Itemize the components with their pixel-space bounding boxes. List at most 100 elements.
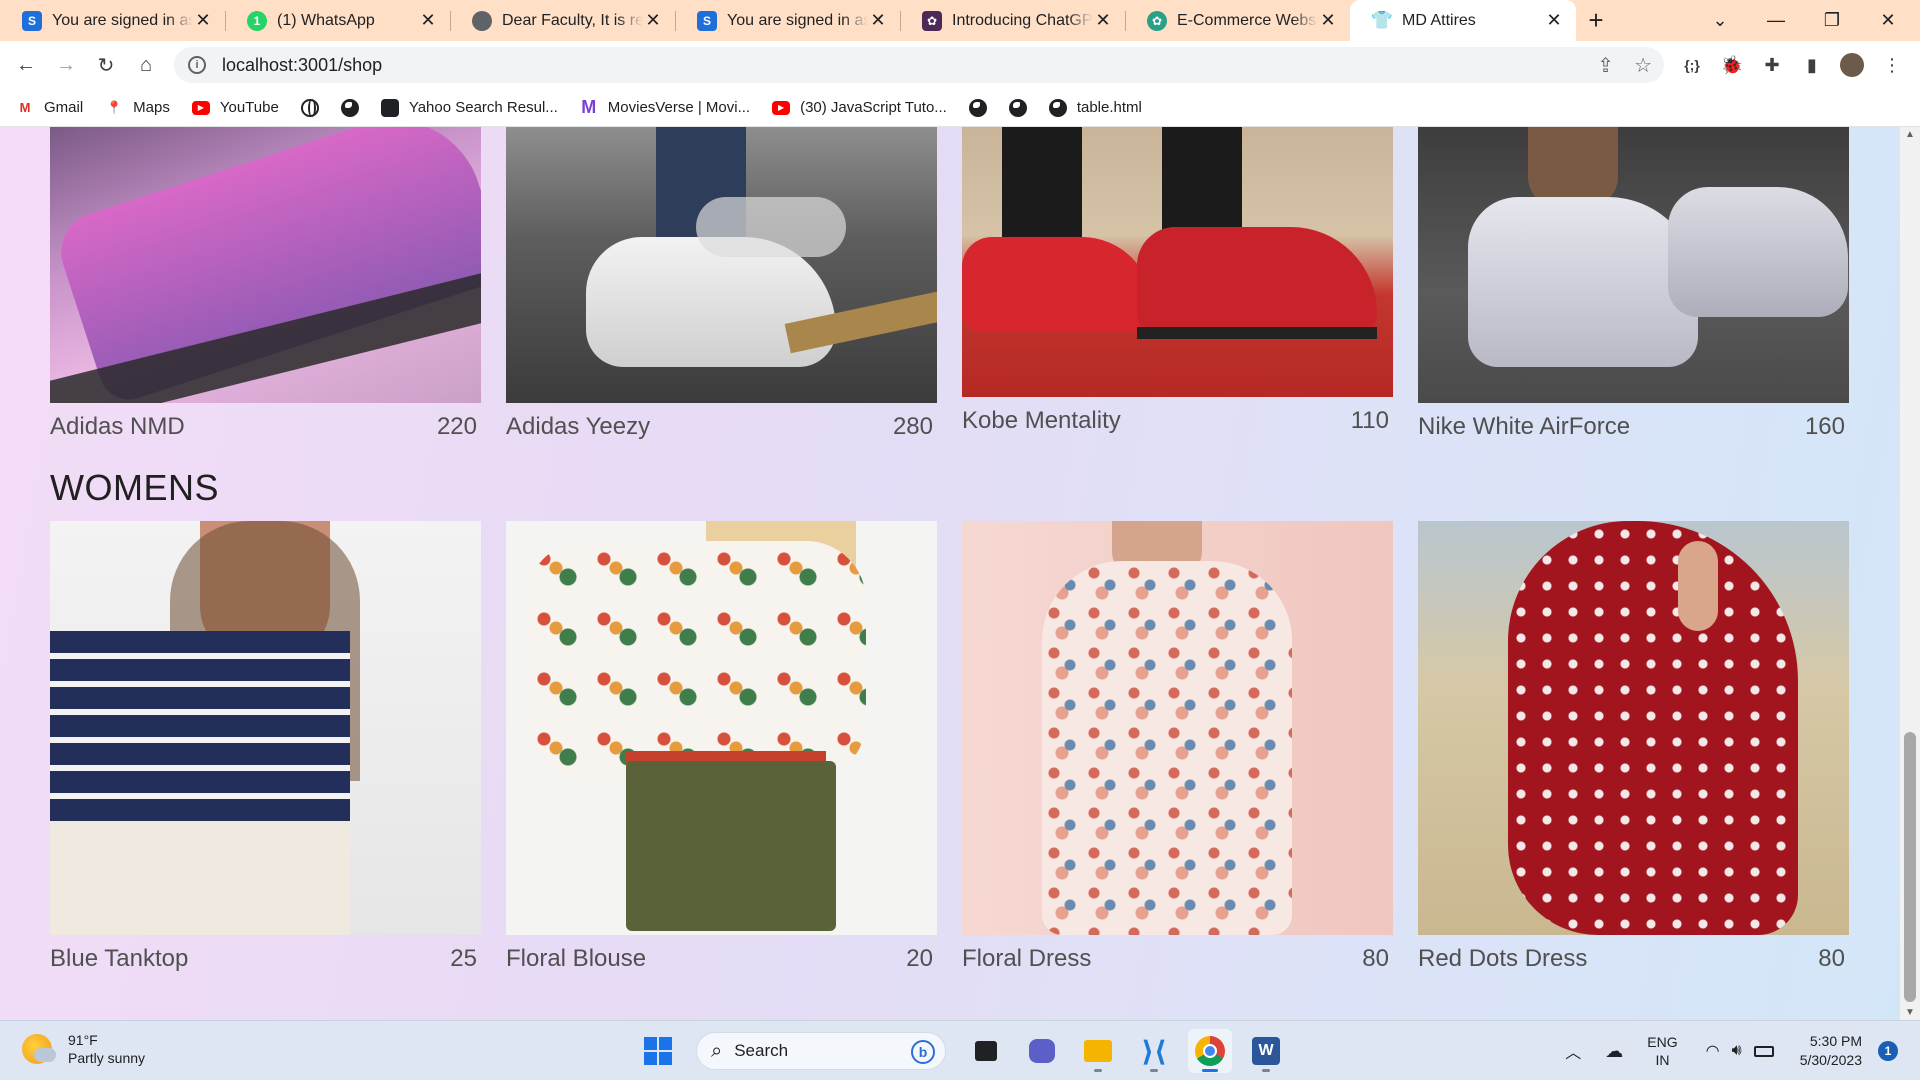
restore-button[interactable]: ❐ bbox=[1806, 0, 1858, 41]
word-button[interactable]: W bbox=[1244, 1029, 1288, 1073]
close-icon[interactable]: ✕ bbox=[643, 10, 663, 31]
product-image[interactable] bbox=[50, 127, 481, 403]
clock[interactable]: 5:30 PM 5/30/2023 bbox=[1800, 1032, 1862, 1070]
close-icon[interactable]: ✕ bbox=[1318, 10, 1338, 31]
product-price: 80 bbox=[1362, 945, 1389, 972]
bookmark-globe[interactable] bbox=[300, 98, 319, 117]
volume-icon[interactable]: 🔊︎ bbox=[1732, 1042, 1742, 1060]
product-image[interactable] bbox=[506, 521, 937, 935]
tab-signed-in-2[interactable]: S You are signed in as 1 ✕ bbox=[675, 0, 900, 41]
bookmark-web-3[interactable] bbox=[1008, 98, 1027, 117]
product-card[interactable]: Kobe Mentality 110 bbox=[962, 127, 1393, 435]
chatgpt-icon: ✿ bbox=[922, 10, 942, 31]
tab-ecommerce[interactable]: ✿ E-Commerce Website ✕ bbox=[1125, 0, 1350, 41]
wifi-icon[interactable]: ◠ bbox=[1706, 1041, 1720, 1061]
close-icon[interactable]: ✕ bbox=[868, 10, 888, 31]
battery-icon[interactable] bbox=[1753, 1045, 1774, 1057]
close-icon[interactable]: ✕ bbox=[1544, 10, 1564, 31]
tab-dear-faculty[interactable]: Dear Faculty, It is requ ✕ bbox=[450, 0, 675, 41]
scroll-down-arrow-icon[interactable]: ▼ bbox=[1905, 1007, 1915, 1018]
product-image[interactable] bbox=[506, 127, 937, 403]
product-card[interactable]: Red Dots Dress 80 bbox=[1418, 521, 1849, 973]
bookmark-table-html[interactable]: table.html bbox=[1048, 98, 1142, 117]
chrome-button[interactable] bbox=[1188, 1029, 1232, 1073]
star-icon[interactable]: ☆ bbox=[1634, 53, 1652, 78]
clock-date: 5/30/2023 bbox=[1799, 1052, 1862, 1068]
tab-title: You are signed in as 1 bbox=[727, 11, 868, 29]
scroll-up-arrow-icon[interactable]: ▲ bbox=[1905, 129, 1915, 140]
bookmark-gmail[interactable]: M Gmail bbox=[16, 99, 84, 117]
reload-button[interactable]: ↻ bbox=[88, 47, 124, 83]
info-icon[interactable]: i bbox=[188, 56, 206, 74]
product-image[interactable] bbox=[962, 127, 1393, 397]
tab-chatgpt[interactable]: ✿ Introducing ChatGPT ✕ bbox=[900, 0, 1125, 41]
back-button[interactable]: ← bbox=[8, 47, 44, 83]
share-icon[interactable]: ⇪ bbox=[1597, 53, 1614, 78]
profile-avatar[interactable] bbox=[1834, 47, 1870, 83]
bookmark-youtube[interactable]: ▶ YouTube bbox=[191, 99, 279, 117]
file-explorer-button[interactable] bbox=[1076, 1029, 1120, 1073]
start-button[interactable] bbox=[636, 1029, 680, 1073]
tab-search-chevron-icon[interactable]: ⌄ bbox=[1694, 0, 1746, 41]
product-image[interactable] bbox=[962, 521, 1393, 935]
product-card[interactable]: Floral Blouse 20 bbox=[506, 521, 937, 973]
close-icon[interactable]: ✕ bbox=[193, 10, 213, 31]
menu-icon[interactable]: ⋮ bbox=[1874, 47, 1910, 83]
bookmark-web-2[interactable] bbox=[968, 98, 987, 117]
product-card[interactable]: Blue Tanktop 25 bbox=[50, 521, 481, 973]
home-button[interactable]: ⌂ bbox=[128, 47, 164, 83]
side-panel-icon[interactable]: ▮ bbox=[1794, 47, 1830, 83]
tab-whatsapp[interactable]: 1 (1) WhatsApp ✕ bbox=[225, 0, 450, 41]
shop-page: Adidas NMD 220 Adidas Yeezy 280 Kobe Men… bbox=[0, 127, 1900, 1020]
notification-badge[interactable]: 1 bbox=[1878, 1041, 1898, 1061]
yahoo-icon bbox=[380, 98, 399, 117]
bookmark-label: Gmail bbox=[44, 99, 84, 116]
tab-md-attires[interactable]: 👕 MD Attires ✕ bbox=[1350, 0, 1576, 41]
product-card[interactable]: Floral Dress 80 bbox=[962, 521, 1393, 973]
product-name: Kobe Mentality bbox=[962, 407, 1121, 434]
bookmark-label: (30) JavaScript Tuto... bbox=[800, 99, 947, 116]
task-view-button[interactable] bbox=[964, 1029, 1008, 1073]
json-extension-icon[interactable]: {;} bbox=[1674, 47, 1710, 83]
globe-icon bbox=[300, 98, 319, 117]
product-price: 25 bbox=[450, 945, 477, 972]
product-image[interactable] bbox=[1418, 127, 1849, 403]
bookmark-label: Maps bbox=[133, 99, 170, 116]
taskbar-search[interactable]: ⌕ Search b bbox=[696, 1032, 946, 1070]
address-bar[interactable]: i localhost:3001/shop ⇪ ☆ bbox=[174, 47, 1664, 83]
product-image[interactable] bbox=[1418, 521, 1849, 935]
minimize-button[interactable]: — bbox=[1750, 0, 1802, 41]
close-icon[interactable]: ✕ bbox=[1093, 10, 1113, 31]
section-title-womens: WOMENS bbox=[50, 467, 219, 508]
product-card[interactable]: Adidas NMD 220 bbox=[50, 127, 481, 441]
bookmark-maps[interactable]: 📍 Maps bbox=[105, 99, 170, 117]
new-tab-button[interactable]: + bbox=[1576, 0, 1616, 41]
product-image[interactable] bbox=[50, 521, 481, 935]
tab-title: Introducing ChatGPT bbox=[952, 11, 1093, 29]
teams-chat-button[interactable] bbox=[1020, 1029, 1064, 1073]
bookmark-web-1[interactable] bbox=[340, 98, 359, 117]
vscode-button[interactable]: ⟩⟨ bbox=[1132, 1029, 1176, 1073]
youtube-icon: ▶ bbox=[191, 99, 210, 117]
onedrive-icon[interactable]: ☁ bbox=[1605, 1041, 1623, 1062]
bookmark-label: MoviesVerse | Movi... bbox=[607, 99, 751, 116]
close-icon[interactable]: ✕ bbox=[418, 10, 438, 31]
close-window-button[interactable]: ✕ bbox=[1862, 0, 1914, 41]
product-card[interactable]: Nike White AirForce 160 bbox=[1418, 127, 1849, 441]
language-indicator[interactable]: ENG IN bbox=[1647, 1033, 1677, 1069]
extensions-icon[interactable]: ✚ bbox=[1754, 47, 1790, 83]
region-code: IN bbox=[1655, 1052, 1670, 1068]
bug-extension-icon[interactable]: 🐞 bbox=[1714, 47, 1750, 83]
page-scrollbar[interactable]: ▲ ▼ bbox=[1900, 127, 1920, 1020]
show-hidden-icons-chevron-icon[interactable]: ︿ bbox=[1565, 1039, 1581, 1063]
address-url[interactable]: localhost:3001/shop bbox=[222, 55, 382, 76]
tab-signed-in-1[interactable]: S You are signed in as 1 ✕ bbox=[0, 0, 225, 41]
bookmark-label: Yahoo Search Resul... bbox=[408, 99, 558, 116]
bookmark-js-tutorial[interactable]: ▶ (30) JavaScript Tuto... bbox=[772, 99, 947, 117]
product-card[interactable]: Adidas Yeezy 280 bbox=[506, 127, 937, 441]
scrollbar-thumb[interactable] bbox=[1904, 732, 1916, 1002]
forward-button[interactable]: → bbox=[48, 47, 84, 83]
bookmark-yahoo[interactable]: Yahoo Search Resul... bbox=[380, 98, 558, 117]
bookmark-moviesverse[interactable]: M MoviesVerse | Movi... bbox=[580, 97, 751, 117]
weather-widget[interactable]: 91°F Partly sunny bbox=[22, 1031, 145, 1067]
